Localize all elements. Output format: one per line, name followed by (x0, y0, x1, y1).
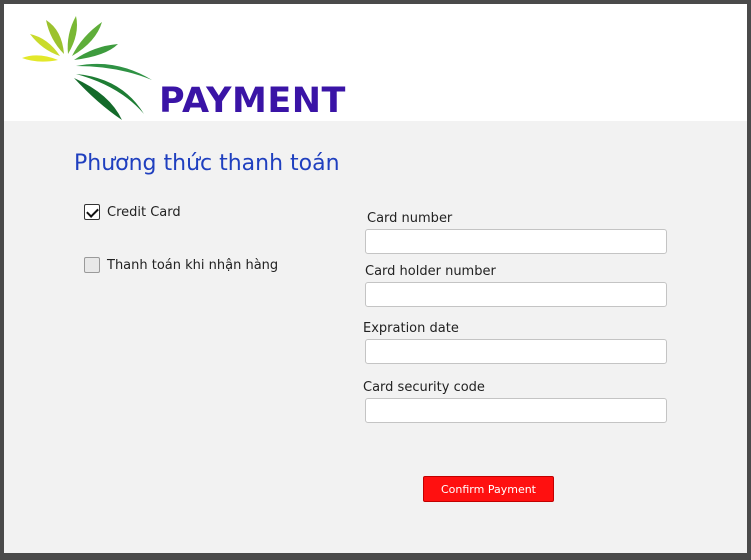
confirm-payment-button[interactable]: Confirm Payment (423, 476, 554, 502)
card-number-input[interactable] (365, 229, 667, 254)
page-title: PAYMENT (159, 81, 346, 121)
cod-label: Thanh toán khi nhận hàng (107, 257, 279, 273)
cod-option[interactable]: Thanh toán khi nhận hàng (84, 257, 278, 273)
security-code-label: Card security code (363, 380, 485, 395)
payment-method-title: Phương thức thanh toán (74, 151, 340, 176)
payment-window: PAYMENT Phương thức thanh toán Credit Ca… (4, 4, 747, 553)
credit-card-option[interactable]: Credit Card (84, 204, 181, 220)
credit-card-label: Credit Card (107, 204, 181, 220)
card-number-label: Card number (367, 211, 453, 226)
card-holder-label: Card holder number (365, 264, 496, 279)
cod-checkbox[interactable] (84, 257, 100, 273)
header: PAYMENT (4, 4, 747, 121)
credit-card-checkbox[interactable] (84, 204, 100, 220)
expiration-input[interactable] (365, 339, 667, 364)
card-holder-input[interactable] (365, 282, 667, 307)
security-code-input[interactable] (365, 398, 667, 423)
leaf-fan-logo-icon (22, 16, 152, 120)
expiration-label: Expration date (363, 321, 459, 336)
